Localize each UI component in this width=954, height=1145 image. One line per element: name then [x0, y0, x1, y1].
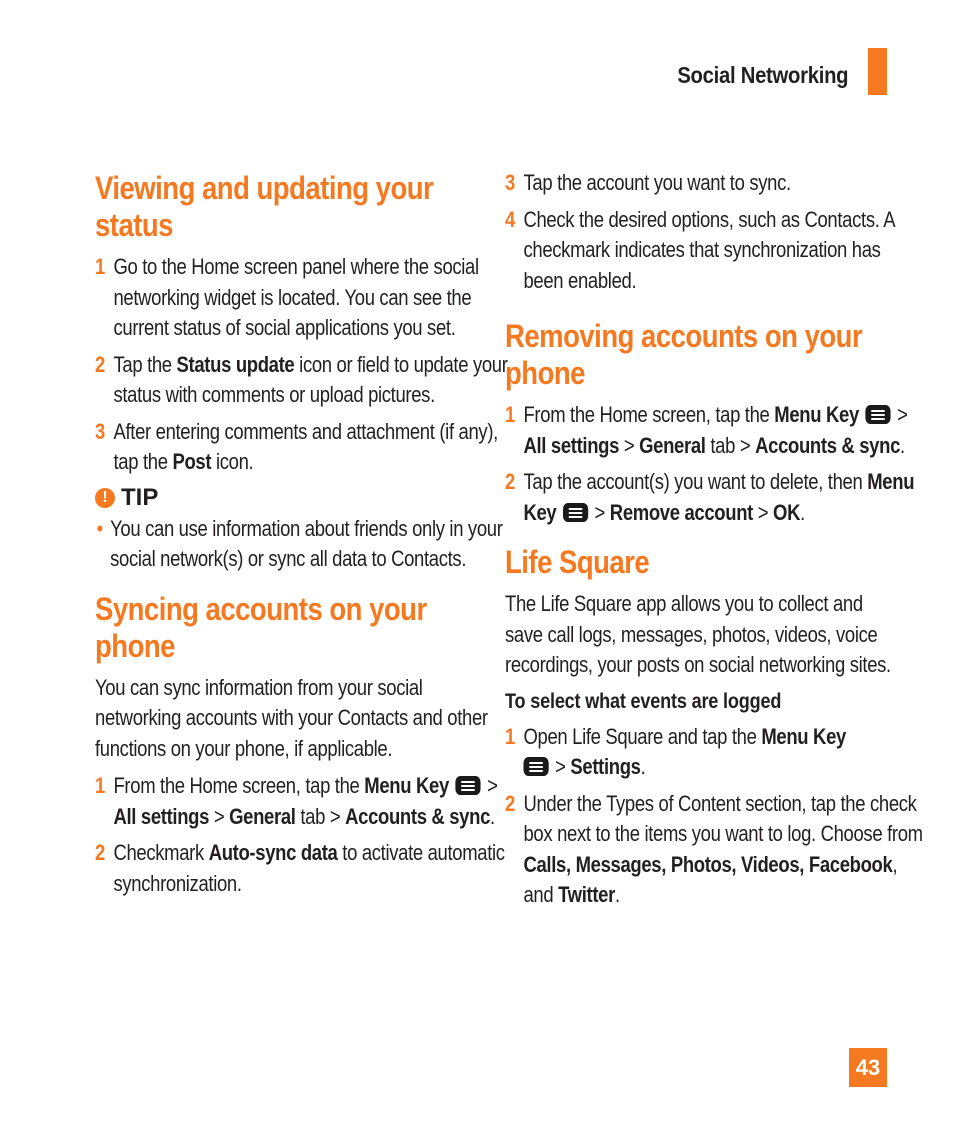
- step-text: Go to the Home screen panel where the so…: [113, 254, 479, 340]
- step-text: Tap the account you want to sync.: [523, 170, 791, 195]
- tip-header: ! TIP: [95, 484, 495, 512]
- step-text: icon.: [211, 449, 254, 474]
- general-term: General: [639, 432, 706, 458]
- step-number: 2: [505, 469, 515, 494]
- heading-line: phone: [95, 627, 175, 664]
- left-column: Viewing and updating your status 1 Go to …: [95, 170, 508, 905]
- step-item: 3 Tap the account you want to sync.: [505, 168, 923, 199]
- heading-line: Removing accounts on your: [505, 318, 863, 354]
- heading-line: Syncing accounts on your: [95, 590, 427, 627]
- remove-account-term: Remove account: [609, 499, 754, 525]
- heading-syncing-accounts: Syncing accounts on your phone: [95, 591, 499, 665]
- heading-life-square: Life Square: [505, 544, 650, 580]
- separator: >: [892, 402, 908, 427]
- bullet-icon: •: [96, 515, 103, 541]
- subheading-select-events: To select what events are logged: [505, 689, 782, 713]
- step-text: After entering comments and attachment (…: [113, 418, 498, 475]
- status-update-term: Status update: [176, 351, 295, 377]
- section-header-title: Social Networking: [677, 62, 848, 88]
- post-term: Post: [172, 449, 212, 474]
- tip-bullet: • You can use information about friends …: [95, 514, 510, 575]
- step-number: 2: [95, 840, 105, 865]
- step-item: 2 Tap the Status update icon or field to…: [95, 350, 513, 411]
- step-text: From the Home screen, tap the: [523, 402, 775, 427]
- all-settings-term: All settings: [113, 803, 210, 829]
- tip-label: TIP: [121, 483, 159, 511]
- page-number: 43: [849, 1048, 887, 1087]
- step-number: 1: [505, 723, 515, 749]
- exclamation-icon: !: [95, 487, 115, 508]
- step-item: 1 From the Home screen, tap the Menu Key…: [95, 771, 513, 832]
- step-text: tab >: [705, 432, 756, 458]
- step-number: 4: [505, 206, 515, 232]
- step-text: From the Home screen, tap the: [113, 773, 365, 798]
- separator: >: [209, 803, 230, 829]
- step-text: .: [490, 803, 495, 829]
- section-header-tab: [868, 48, 887, 95]
- accounts-sync-term: Accounts & sync: [345, 803, 491, 829]
- menu-key-icon: [562, 502, 589, 522]
- accounts-sync-term: Accounts & sync: [755, 432, 901, 458]
- menu-key-term: Menu Key: [761, 723, 846, 749]
- step-text: tab >: [295, 803, 346, 829]
- step-text: .: [614, 882, 620, 907]
- step-text: Tap the account(s) you want to delete, t…: [523, 469, 868, 494]
- menu-key-icon: [455, 776, 481, 795]
- separator: >: [482, 773, 498, 798]
- menu-key-icon: [865, 405, 891, 424]
- step-item: 2 Under the Types of Content section, ta…: [505, 789, 923, 911]
- step-text: .: [900, 432, 905, 458]
- step-item: 3 After entering comments and attachment…: [95, 417, 513, 478]
- right-column: 3 Tap the account you want to sync. 4 Ch…: [505, 168, 923, 917]
- content-types-term: Calls, Messages, Photos, Videos, Faceboo…: [523, 851, 893, 877]
- heading-line: Viewing and updating your: [95, 170, 434, 206]
- step-number: 1: [95, 773, 105, 798]
- step-item: 1 Go to the Home screen panel where the …: [95, 252, 513, 344]
- separator: >: [619, 432, 640, 458]
- separator: >: [550, 754, 571, 779]
- step-text: .: [800, 499, 805, 525]
- twitter-term: Twitter: [558, 882, 615, 907]
- step-number: 3: [505, 170, 515, 195]
- heading-line: phone: [505, 355, 585, 391]
- heading-line: status: [95, 207, 173, 243]
- general-term: General: [229, 803, 296, 829]
- all-settings-term: All settings: [523, 432, 620, 458]
- step-item: 2 Tap the account(s) you want to delete,…: [505, 467, 923, 528]
- step-number: 3: [95, 418, 105, 444]
- settings-term: Settings: [570, 754, 641, 779]
- separator: >: [589, 499, 610, 525]
- step-number: 2: [505, 790, 515, 816]
- life-square-intro: The Life Square app allows you to collec…: [505, 591, 891, 677]
- step-number: 2: [95, 351, 105, 377]
- heading-viewing-status: Viewing and updating your status: [95, 170, 499, 244]
- heading-removing-accounts: Removing accounts on your phone: [505, 318, 909, 392]
- ok-term: OK: [773, 499, 801, 525]
- menu-key-icon: [523, 757, 549, 776]
- step-item: 1 Open Life Square and tap the Menu Key …: [505, 722, 923, 783]
- step-text: Open Life Square and tap the: [523, 723, 762, 749]
- step-item: 1 From the Home screen, tap the Menu Key…: [505, 400, 923, 461]
- auto-sync-term: Auto-sync data: [208, 840, 338, 865]
- step-item: 2 Checkmark Auto-sync data to activate a…: [95, 838, 513, 899]
- step-text: .: [640, 754, 646, 779]
- step-text: Check the desired options, such as Conta…: [523, 206, 895, 293]
- syncing-intro: You can sync information from your socia…: [95, 674, 488, 761]
- step-text: Under the Types of Content section, tap …: [523, 790, 923, 847]
- menu-key-term: Menu Key: [364, 773, 449, 798]
- tip-text: You can use information about friends on…: [110, 515, 503, 572]
- step-number: 1: [505, 402, 515, 427]
- step-item: 4 Check the desired options, such as Con…: [505, 205, 923, 297]
- step-number: 1: [95, 254, 105, 279]
- menu-key-term: Menu Key: [774, 402, 859, 427]
- step-text: Tap the: [113, 351, 177, 377]
- step-text: Checkmark: [113, 840, 209, 865]
- separator: >: [752, 499, 774, 525]
